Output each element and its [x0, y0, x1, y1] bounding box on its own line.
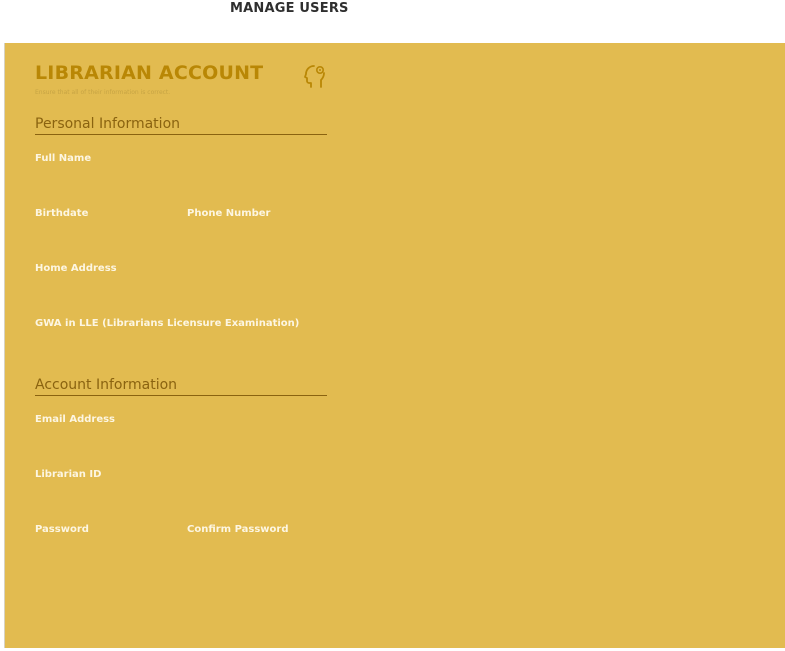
account-information-heading: Account Information [35, 377, 327, 396]
page-title: MANAGE USERS [230, 1, 349, 16]
librarian-account-form: LIBRARIAN ACCOUNT Ensure that all of the… [4, 43, 785, 648]
full-name-label: Full Name [35, 153, 92, 164]
form-subtitle: Ensure that all of their information is … [35, 89, 171, 96]
email-address-label: Email Address [35, 414, 116, 425]
librarian-id-label: Librarian ID [35, 469, 102, 480]
phone-number-label: Phone Number [187, 208, 271, 219]
gwa-label: GWA in LLE (Librarians Licensure Examina… [35, 318, 300, 329]
head-gear-icon [304, 65, 325, 88]
home-address-label: Home Address [35, 263, 117, 274]
password-label: Password [35, 524, 89, 535]
confirm-password-label: Confirm Password [187, 524, 289, 535]
personal-information-heading: Personal Information [35, 116, 327, 135]
birthdate-label: Birthdate [35, 208, 89, 219]
form-title: LIBRARIAN ACCOUNT [35, 62, 264, 84]
